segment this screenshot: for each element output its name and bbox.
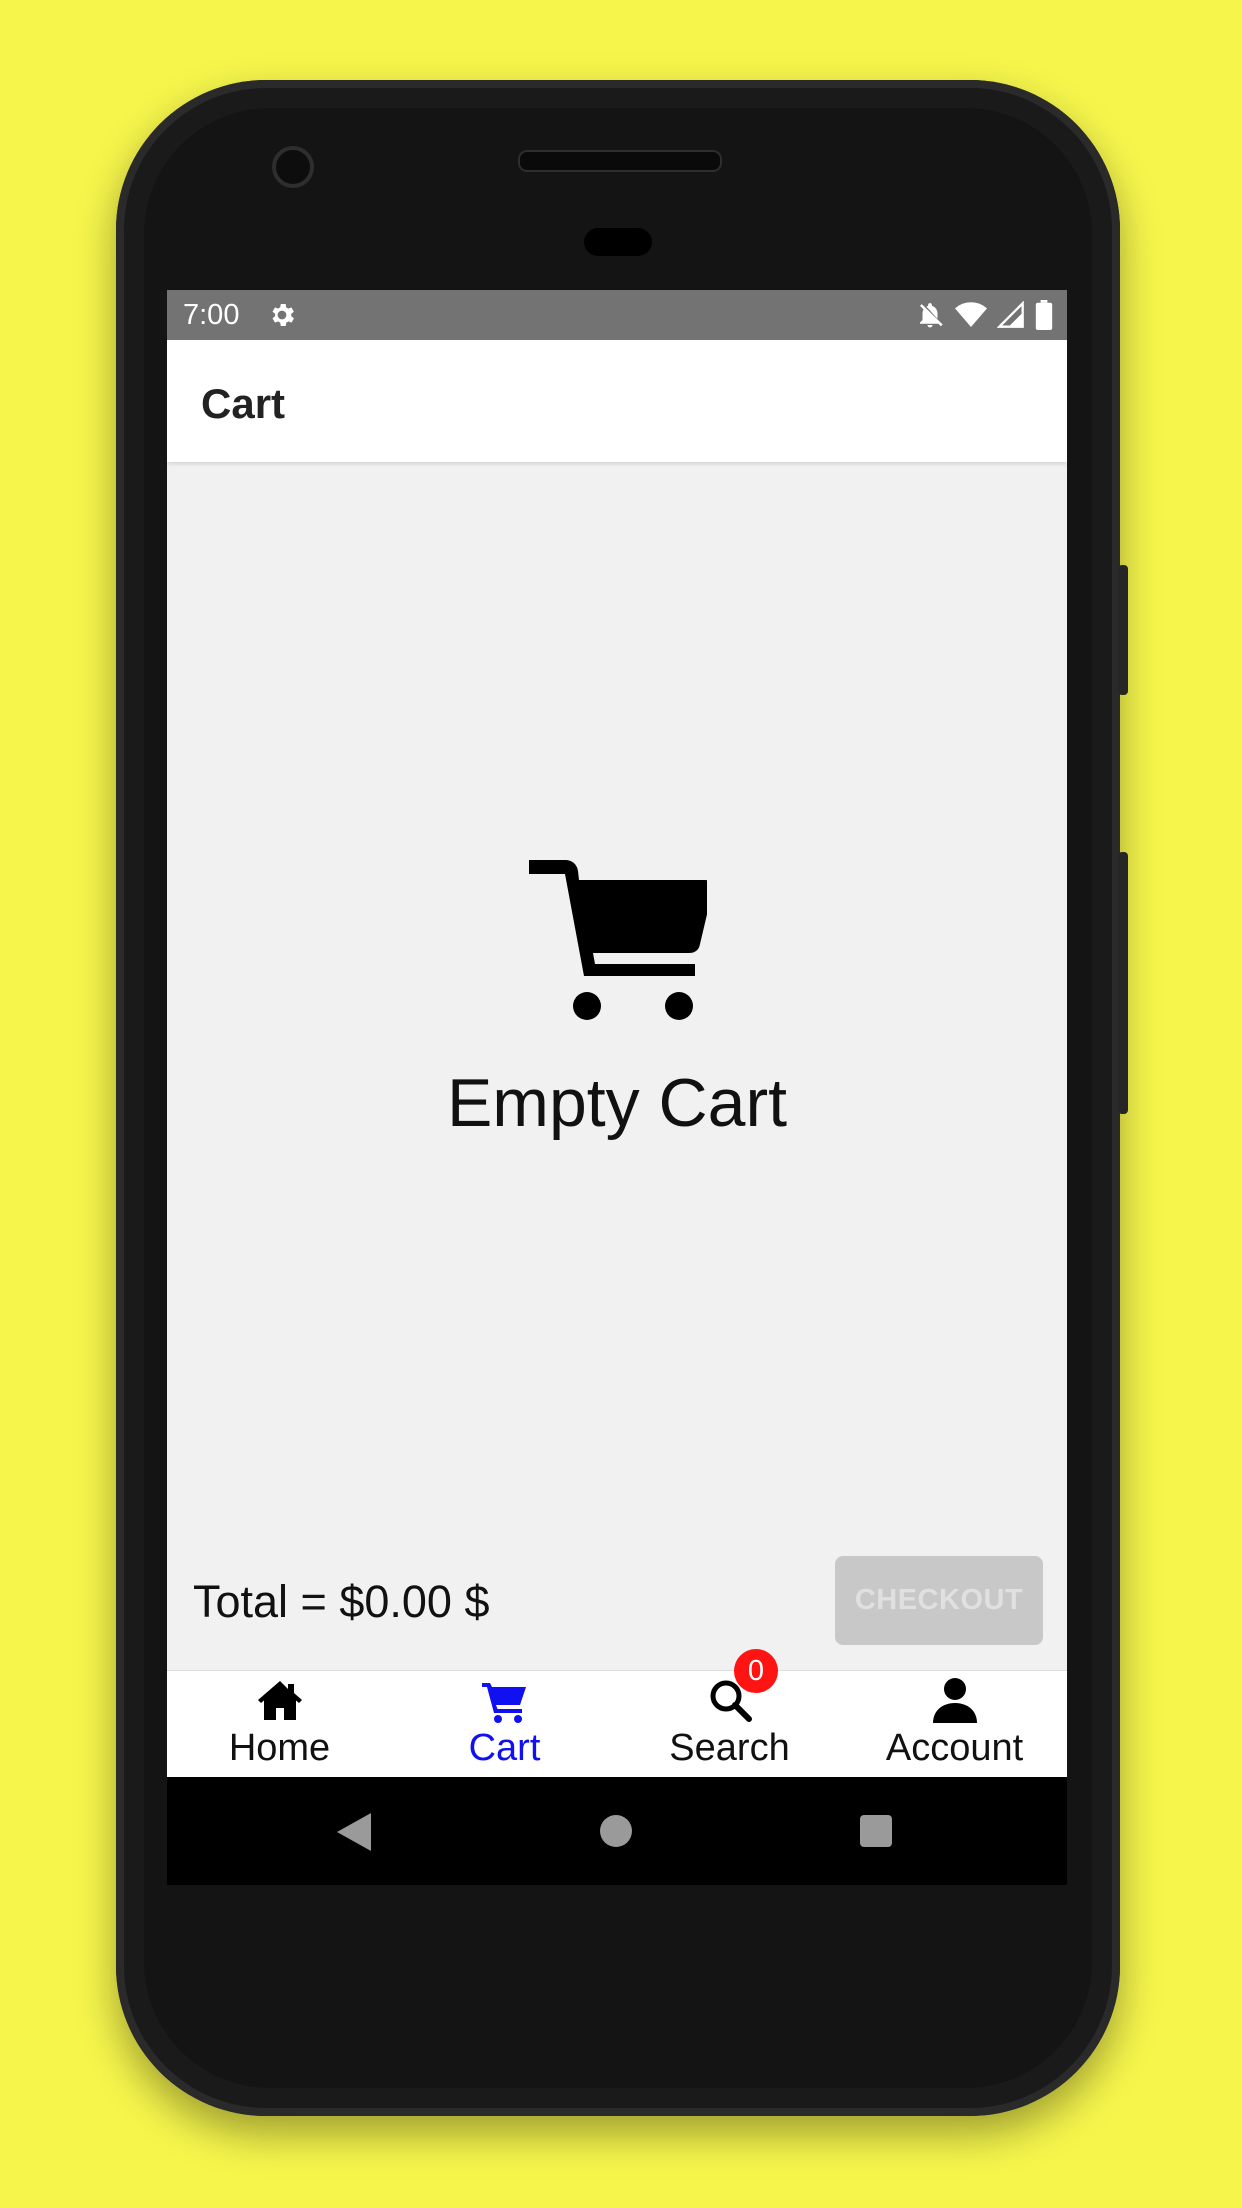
- account-icon: [932, 1678, 977, 1723]
- power-button: [1118, 565, 1128, 695]
- gear-icon: [272, 304, 294, 326]
- volume-button: [1118, 852, 1128, 1114]
- status-time: 7:00: [183, 299, 240, 331]
- checkout-button[interactable]: CHECKOUT: [835, 1556, 1043, 1645]
- tab-search[interactable]: Search: [617, 1671, 842, 1777]
- proximity-sensor: [584, 228, 652, 256]
- page-title: Cart: [201, 380, 286, 427]
- cart-total: Total = $0.00 $: [193, 1576, 490, 1627]
- battery-icon: [1035, 300, 1053, 330]
- empty-cart-state: Empty Cart: [167, 860, 1067, 1142]
- signal-icon: [997, 301, 1024, 328]
- home-icon: [257, 1681, 302, 1720]
- search-icon: [710, 1680, 752, 1722]
- back-icon[interactable]: [337, 1813, 371, 1851]
- wifi-icon: [955, 302, 987, 327]
- front-camera: [272, 146, 314, 188]
- earpiece-speaker: [518, 150, 722, 172]
- home-nav-icon[interactable]: [600, 1815, 632, 1847]
- bottom-tab-bar: Home 0 Cart Search Account: [167, 1649, 1067, 1777]
- app-screen: 7:00 Cart Empty Cart Total = $0.00 $ CHE…: [167, 290, 1067, 1777]
- tab-home-label: Home: [228, 1727, 331, 1769]
- shopping-cart-icon: [529, 860, 707, 1020]
- tab-account-label: Account: [885, 1727, 1024, 1769]
- tab-cart[interactable]: 0 Cart: [392, 1649, 778, 1777]
- recent-apps-icon[interactable]: [860, 1815, 892, 1847]
- system-nav-bar: [167, 1777, 1067, 1885]
- tab-home[interactable]: Home: [167, 1671, 392, 1777]
- tab-account[interactable]: Account: [842, 1671, 1067, 1777]
- status-icons: [915, 300, 1053, 330]
- empty-cart-text: Empty Cart: [446, 1065, 788, 1141]
- cart-icon: [481, 1683, 526, 1723]
- notifications-off-icon: [920, 303, 943, 328]
- tab-search-label: Search: [669, 1727, 790, 1769]
- app-header: Cart: [167, 340, 1067, 462]
- status-bar: 7:00: [167, 290, 1067, 340]
- tab-cart-label: Cart: [468, 1727, 541, 1769]
